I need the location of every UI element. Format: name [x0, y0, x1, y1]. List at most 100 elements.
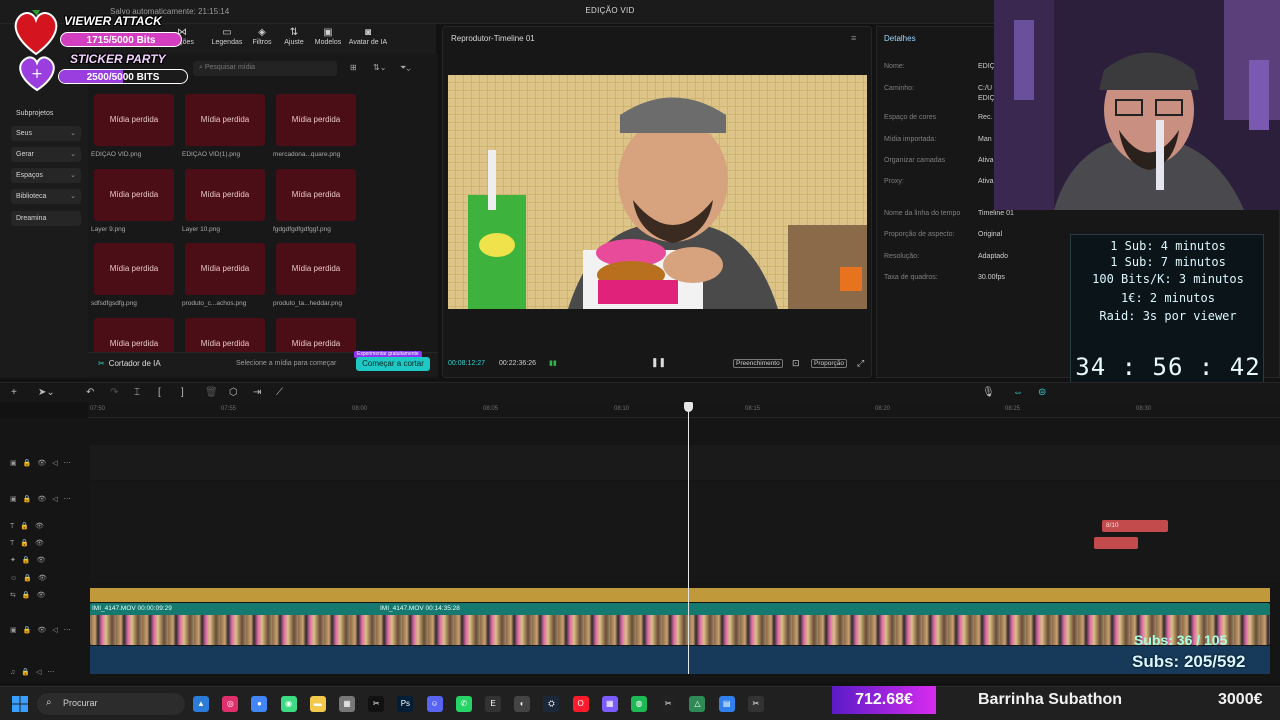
capcut-icon[interactable]: ✂ [368, 696, 385, 712]
marker-icon[interactable]: ⬡ [229, 387, 238, 398]
whatsapp-icon[interactable]: ✆ [455, 696, 472, 712]
nav-generate[interactable]: Gerar ⌄ [11, 147, 81, 162]
ratio-button[interactable]: Proporção [811, 359, 847, 368]
playhead-handle[interactable] [684, 402, 693, 412]
chevron-down-icon: ⌄ [70, 193, 76, 200]
chevron-down-icon: ⌄ [70, 130, 76, 137]
toolbar-avatar[interactable]: ◙ Avatar de IA [346, 27, 390, 46]
fullscreen-icon[interactable]: ⤢ [857, 358, 864, 369]
calculator-icon[interactable]: ▦ [339, 696, 355, 712]
audio-clip[interactable] [90, 646, 1270, 674]
auto-reframe-icon[interactable]: ⟋ [276, 387, 283, 398]
undo-icon[interactable]: ↶ [86, 387, 94, 398]
trim-right-icon[interactable]: ] [181, 387, 184, 398]
text-track-controls[interactable]: T🔒👁 [10, 539, 50, 547]
link-icon[interactable]: ⇔ [1013, 387, 1023, 398]
add-track-icon[interactable]: + [11, 387, 17, 398]
folder-icon[interactable]: ▬ [309, 696, 326, 712]
obs-icon[interactable]: ◐ [514, 696, 531, 712]
discord-icon[interactable]: ☺ [426, 696, 443, 712]
track-lane[interactable] [90, 445, 1280, 480]
apps-icon[interactable]: ▦ [601, 696, 618, 712]
audio-meter-icon: ▮▮ [549, 360, 557, 367]
details-key: Mídia importada: [884, 136, 937, 143]
microphone-icon[interactable]: 🎙 [982, 387, 995, 398]
subathon-box: 1 Sub: 4 minutos 1 Sub: 7 minutos 100 Bi… [1070, 234, 1264, 398]
video-clip[interactable]: IMI_4147.MOV 00:00:09:29 IMI_4147.MOV 00… [90, 603, 1270, 645]
photos-icon[interactable]: ▲ [193, 696, 209, 712]
ruler-tick: 08:15 [745, 406, 761, 412]
main-track-controls[interactable]: ▣🔒👁◁⋯ [10, 626, 77, 634]
drive-icon[interactable]: △ [689, 696, 706, 712]
menu-icon[interactable]: ≡ [851, 33, 856, 43]
snapshot-icon[interactable]: ⊡ [792, 358, 800, 369]
nav-library[interactable]: Biblioteca ⌄ [11, 189, 81, 204]
steam-icon[interactable]: ⛭ [543, 696, 560, 712]
media-thumbnail[interactable]: Mídia perdida [94, 243, 174, 295]
grid-view-icon[interactable]: ⊞ [350, 63, 357, 72]
magnet-icon[interactable]: ⊜ [1038, 387, 1046, 398]
taskbar-search[interactable]: ⌕ Procurar [37, 693, 185, 715]
nav-subprojects[interactable]: Subprojetos [11, 106, 81, 121]
clip-label: IMI_4147.MOV 00:14:35:28 [380, 605, 460, 612]
windows-start-icon[interactable] [12, 696, 28, 712]
chrome-icon[interactable]: ● [251, 696, 268, 712]
redo-icon[interactable]: ↷ [110, 387, 118, 398]
text-clip[interactable] [1094, 537, 1138, 549]
fill-button[interactable]: Preenchimento [733, 359, 783, 368]
media-thumbnail[interactable]: Mídia perdida [185, 169, 265, 221]
media-thumbnail[interactable]: Mídia perdida [185, 243, 265, 295]
trim-left-icon[interactable]: [ [158, 387, 161, 398]
ruler-tick: 07:50 [90, 406, 106, 412]
opera-icon[interactable]: O [572, 696, 589, 712]
player-title: Reprodutor-Timeline 01 [451, 34, 535, 43]
playhead[interactable] [688, 404, 689, 674]
heart-icon [14, 10, 58, 56]
photoshop-icon[interactable]: Ps [397, 696, 414, 712]
capcut-active-icon[interactable]: ✂ [747, 696, 764, 712]
notepad-icon[interactable]: ▤ [718, 696, 735, 712]
track-controls[interactable]: ▣🔒👁◁⋯ [10, 459, 77, 467]
media-thumbnail[interactable]: Mídia perdida [185, 94, 265, 146]
spotify-icon[interactable]: ◍ [631, 696, 647, 712]
media-thumbnail[interactable]: Mídia perdida [276, 243, 356, 295]
media-thumbnail[interactable]: Mídia perdida [94, 169, 174, 221]
details-key: Espaço de cores [884, 114, 937, 121]
split-icon[interactable]: ⌶ [134, 387, 140, 398]
text-clip[interactable]: 8/10 [1102, 520, 1168, 532]
sticker-track-controls[interactable]: ☺🔒👁 [10, 574, 53, 582]
track-controls[interactable]: ▣🔒👁◁⋯ [10, 495, 77, 503]
nav-yours[interactable]: Seus ⌄ [11, 126, 81, 141]
sort-icon[interactable]: ⇅⌄ [373, 63, 386, 72]
audio-track-controls[interactable]: ♫🔒◁⋯ [10, 668, 60, 676]
subathon-goal: 3000€ [1218, 691, 1263, 708]
start-cutting-button[interactable]: Começar a cortar [356, 357, 430, 371]
ruler-tick: 08:10 [614, 406, 630, 412]
adjustment-clip[interactable] [90, 588, 1270, 602]
android-icon[interactable]: ◉ [280, 696, 297, 712]
nav-dreamina[interactable]: Dreamina [11, 211, 81, 226]
subathon-line: 1 Sub: 4 minutos [1110, 239, 1226, 253]
toolbar-templates[interactable]: ▣ Modelos [308, 27, 348, 46]
filter-icon[interactable]: ⏷⌄ [400, 63, 411, 73]
toolbar-captions[interactable]: ▭ Legendas [207, 27, 247, 46]
text-track-controls[interactable]: T🔒👁 [10, 522, 50, 530]
details-key: Nome: [884, 63, 905, 70]
instagram-icon[interactable]: ◎ [222, 696, 239, 712]
media-thumbnail[interactable]: Mídia perdida [94, 94, 174, 146]
media-thumbnail[interactable]: Mídia perdida [276, 94, 356, 146]
select-tool-icon[interactable]: ➤⌄ [38, 387, 55, 398]
freeze-icon[interactable]: ⇥ [253, 387, 261, 398]
subathon-line: Raid: 3s por viewer [1099, 309, 1237, 323]
delete-icon[interactable]: 🗑 [205, 387, 218, 398]
track-lane[interactable] [90, 482, 1280, 582]
adjust-track-controls[interactable]: ⇆🔒👁 [10, 591, 51, 599]
capcut-alt-icon[interactable]: ✂ [660, 696, 677, 712]
epic-games-icon[interactable]: E [485, 696, 501, 712]
details-value: Ativa [978, 178, 994, 185]
effect-track-controls[interactable]: ✦🔒👁 [10, 556, 51, 564]
pause-button[interactable]: ❚❚ [651, 357, 666, 368]
media-search-input[interactable]: ⌕ Pesquisar mídia [193, 61, 337, 76]
nav-spaces[interactable]: Espaços ⌄ [11, 168, 81, 183]
media-thumbnail[interactable]: Mídia perdida [276, 169, 356, 221]
